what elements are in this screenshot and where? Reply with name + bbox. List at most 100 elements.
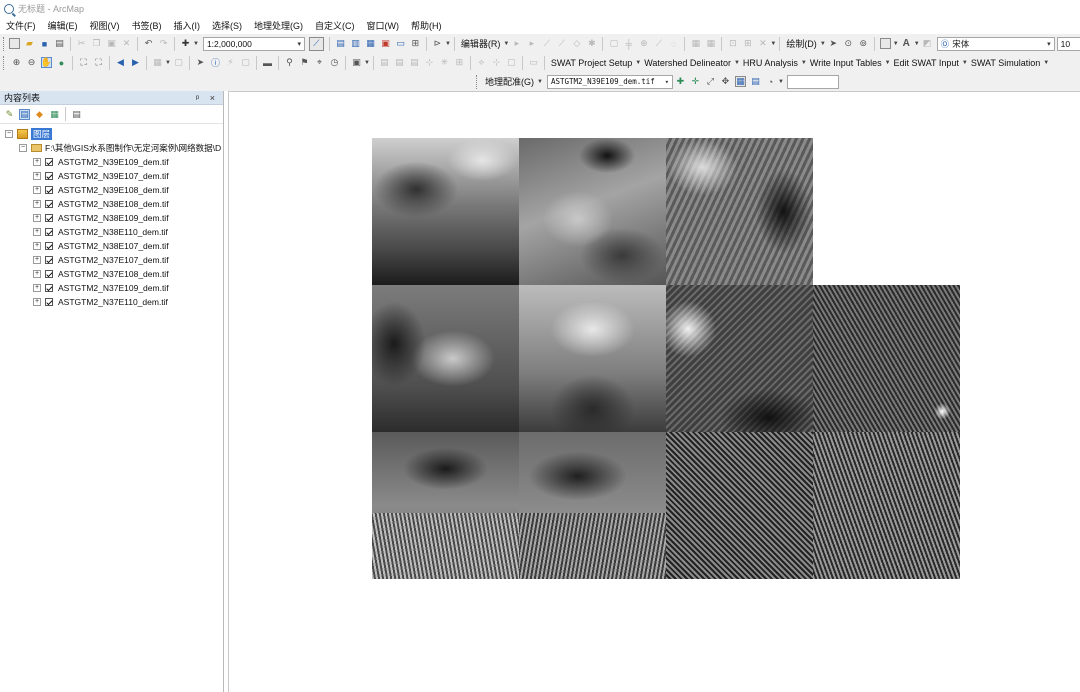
- edit-tool-icon[interactable]: ▸: [511, 38, 522, 49]
- menu-geoprocessing[interactable]: 地理处理(G): [254, 19, 303, 32]
- new-document-icon[interactable]: [9, 38, 20, 49]
- layers-root-node[interactable]: − 图层: [0, 127, 223, 141]
- reshape-icon[interactable]: ╪: [623, 38, 634, 49]
- chevron-down-icon[interactable]: ▼: [962, 60, 968, 66]
- list-by-visibility-icon[interactable]: ◆: [34, 109, 45, 120]
- layer-visibility-checkbox[interactable]: [45, 228, 53, 236]
- layer-visibility-checkbox[interactable]: [45, 298, 53, 306]
- map-topology-icon[interactable]: ▤: [394, 57, 405, 68]
- topology-tool-icon[interactable]: ▤: [379, 57, 390, 68]
- chevron-down-icon[interactable]: ▼: [635, 60, 641, 66]
- toolbar-grip[interactable]: [3, 36, 4, 51]
- go-back-icon[interactable]: ◀: [115, 57, 126, 68]
- topology-edit-icon[interactable]: ▤: [409, 57, 420, 68]
- endpoint-arc-icon[interactable]: ⟋: [556, 38, 567, 49]
- select-features-icon[interactable]: ▦: [152, 57, 163, 68]
- rotate-element-icon[interactable]: ⊙: [843, 38, 854, 49]
- layer-item[interactable]: + ASTGTM2_N38E107_dem.tif: [0, 239, 223, 253]
- clear-selection-icon[interactable]: ▢: [173, 57, 184, 68]
- chevron-down-icon[interactable]: ▼: [193, 41, 199, 47]
- source-folder-node[interactable]: − F:\其他\GIS水系图制作\无定河案例\网络数据\D: [0, 141, 223, 155]
- edit-swat-input-menu[interactable]: Edit SWAT Input: [894, 58, 959, 68]
- expand-icon[interactable]: +: [33, 200, 41, 208]
- paste-icon[interactable]: ▣: [106, 38, 117, 49]
- expand-icon[interactable]: +: [33, 186, 41, 194]
- fixed-zoom-in-icon[interactable]: ⛶: [78, 57, 89, 68]
- list-by-drawing-order-icon[interactable]: ✎: [4, 109, 15, 120]
- fixed-zoom-out-icon[interactable]: ⛶: [93, 57, 104, 68]
- collapse-icon[interactable]: −: [5, 130, 13, 138]
- georef-layer-select[interactable]: ASTGTM2_N39E109_dem.tif ▾: [546, 74, 673, 89]
- zoom-whole-page-icon[interactable]: ⊚: [858, 38, 869, 49]
- add-control-points-icon[interactable]: ✚: [675, 76, 686, 87]
- menu-file[interactable]: 文件(F): [6, 19, 36, 32]
- expand-icon[interactable]: +: [33, 158, 41, 166]
- viewer-icon[interactable]: ▤: [750, 76, 761, 87]
- pan-icon[interactable]: ✋: [41, 57, 52, 68]
- sketch-properties-icon[interactable]: ▦: [705, 38, 716, 49]
- dem-tile-n37e107[interactable]: [372, 432, 519, 579]
- create-features-icon[interactable]: ⊡: [727, 38, 738, 49]
- font-name-select[interactable]: Ⓞ 宋体 ▾: [936, 36, 1055, 51]
- menu-customize[interactable]: 自定义(C): [315, 19, 355, 32]
- menu-insert[interactable]: 插入(I): [174, 19, 201, 32]
- toolbar-grip[interactable]: [3, 55, 6, 70]
- auto-registration-icon[interactable]: ✛: [690, 76, 701, 87]
- advanced-edit-icon[interactable]: ⟡: [476, 57, 487, 68]
- layer-visibility-checkbox[interactable]: [45, 214, 53, 222]
- hru-analysis-menu[interactable]: HRU Analysis: [743, 58, 798, 68]
- dem-tile-n39e109[interactable]: [666, 138, 813, 285]
- chevron-down-icon[interactable]: ▼: [820, 41, 826, 47]
- chevron-down-icon[interactable]: ▼: [885, 60, 891, 66]
- expand-icon[interactable]: +: [33, 228, 41, 236]
- find-route-icon[interactable]: ⚑: [299, 57, 310, 68]
- search-window-icon[interactable]: ▦: [365, 38, 376, 49]
- swat-tool-icon[interactable]: ▭: [528, 57, 539, 68]
- attributes-icon[interactable]: ▦: [690, 38, 701, 49]
- dem-tile-n38e107[interactable]: [372, 285, 519, 432]
- list-by-source-icon[interactable]: ▤: [19, 108, 30, 120]
- toolbar-grip[interactable]: [476, 74, 479, 89]
- rotate-georef-icon[interactable]: ⤢: [705, 76, 716, 87]
- menu-selection[interactable]: 选择(S): [212, 19, 242, 32]
- dem-tile-n37e109[interactable]: [666, 432, 813, 579]
- edit-vertices-icon[interactable]: ▢: [608, 38, 619, 49]
- identify-icon[interactable]: ⓘ: [210, 57, 221, 68]
- expand-icon[interactable]: +: [33, 298, 41, 306]
- straight-segment-icon[interactable]: ⟋: [541, 38, 552, 49]
- menu-bookmarks[interactable]: 书签(B): [132, 19, 162, 32]
- chevron-down-icon[interactable]: ▼: [893, 41, 899, 47]
- layer-visibility-checkbox[interactable]: [45, 186, 53, 194]
- go-forward-icon[interactable]: ▶: [130, 57, 141, 68]
- dem-tile-n39e107[interactable]: [372, 138, 519, 285]
- layer-visibility-checkbox[interactable]: [45, 256, 53, 264]
- snapping-icon[interactable]: ⊞: [742, 38, 753, 49]
- watershed-delineator-menu[interactable]: Watershed Delineator: [644, 58, 731, 68]
- layer-item[interactable]: + ASTGTM2_N39E108_dem.tif: [0, 183, 223, 197]
- toc-options-icon[interactable]: ▤: [71, 109, 82, 120]
- menu-windows[interactable]: 窗口(W): [367, 19, 400, 32]
- html-popup-icon[interactable]: ▢: [240, 57, 251, 68]
- dem-tile-n38e110[interactable]: [813, 285, 960, 432]
- open-folder-icon[interactable]: ▰: [24, 38, 35, 49]
- fix-topology-icon[interactable]: ⊞: [454, 57, 465, 68]
- select-elements-icon[interactable]: ➤: [828, 38, 839, 49]
- dem-tile-n37e108[interactable]: [519, 432, 666, 579]
- save-icon[interactable]: ■: [39, 38, 50, 49]
- layer-item[interactable]: + ASTGTM2_N38E109_dem.tif: [0, 211, 223, 225]
- trace-icon[interactable]: ◇: [571, 38, 582, 49]
- full-extent-icon[interactable]: ●: [56, 57, 67, 68]
- layer-visibility-checkbox[interactable]: [45, 242, 53, 250]
- redo-icon[interactable]: ↷: [158, 38, 169, 49]
- map-scale-select[interactable]: 1:2,000,000 ▾: [202, 36, 305, 51]
- text-tool-icon[interactable]: A: [901, 38, 912, 49]
- chevron-down-icon[interactable]: ▼: [165, 60, 171, 66]
- menu-view[interactable]: 视图(V): [90, 19, 120, 32]
- shift-icon[interactable]: ✥: [720, 76, 731, 87]
- go-to-xy-icon[interactable]: ⌖: [314, 57, 325, 68]
- model-builder-icon[interactable]: ⊞: [410, 38, 421, 49]
- dem-tile-n37e110[interactable]: [813, 432, 960, 579]
- layer-item[interactable]: + ASTGTM2_N39E107_dem.tif: [0, 169, 223, 183]
- georef-input-field[interactable]: [786, 74, 839, 89]
- chevron-down-icon[interactable]: ▼: [914, 41, 920, 47]
